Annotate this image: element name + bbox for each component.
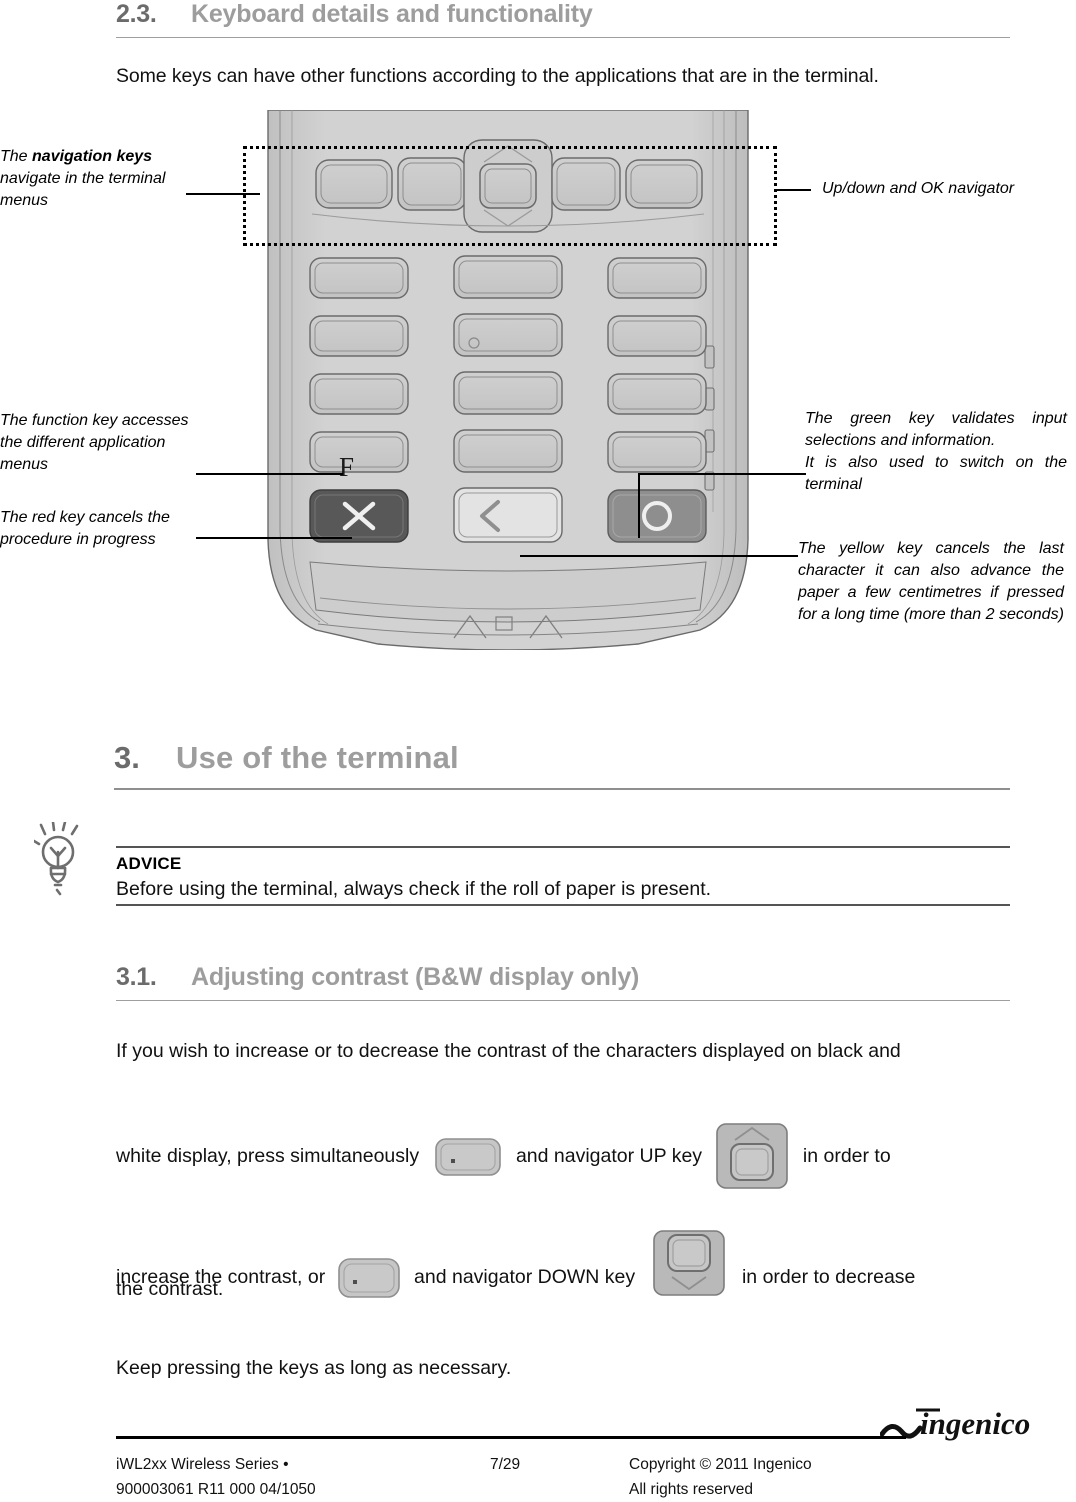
correct-key: [453, 487, 563, 543]
keypad-row-4: [309, 429, 707, 473]
callout-green-key: The green key validates input selections…: [805, 410, 1067, 494]
contrast-line3-part-c: in order to decrease: [741, 1266, 916, 1288]
dot-key-icon: [434, 1138, 501, 1176]
lightbulb-icon: [34, 822, 79, 896]
heading-3-1: 3.1. Adjusting contrast (B&W display onl…: [116, 963, 1016, 992]
callout-navigation-keys: The navigation keys navigate in the term…: [0, 146, 186, 212]
footer-right-line-2: All rights reserved: [629, 1481, 754, 1499]
leader-green-vert: [638, 473, 640, 538]
callout-navigation-prefix: The: [0, 148, 33, 165]
advice-title: ADVICE: [116, 854, 182, 873]
leader-function-key: [196, 473, 343, 475]
footer-left-line-1: iWL2xx Wireless Series •: [116, 1456, 289, 1473]
callout-navigator: Up/down and OK navigator: [822, 180, 1015, 197]
contrast-paragraph-line-5: Keep pressing the keys as long as necess…: [116, 1357, 512, 1379]
contrast-paragraph-line-2: white display, press simultaneously and …: [116, 1122, 891, 1192]
leader-red-key: [196, 537, 352, 539]
leader-navigation-keys: [186, 193, 260, 195]
leader-navigator: [777, 189, 811, 191]
footer-left-line-2: 900003061 R11 000 04/1050: [116, 1481, 316, 1499]
leader-green-key: [638, 473, 806, 475]
heading-3-1-rule: [116, 1000, 1010, 1001]
contrast-line3-part-b: and navigator DOWN key: [414, 1266, 636, 1288]
dot-key-icon: [337, 1258, 400, 1298]
navigator-up-key-icon: [716, 1123, 789, 1189]
heading-3-number: 3.: [114, 740, 140, 775]
footer-rule: [116, 1436, 906, 1439]
heading-3-title: Use of the terminal: [176, 740, 459, 775]
heading-3-1-number: 3.1.: [116, 963, 157, 991]
contrast-paragraph-line-3: increase the contrast, or and navigator …: [116, 1227, 915, 1302]
heading-2-3-number: 2.3.: [116, 0, 157, 28]
callout-yellow-key: The yellow key cancels the last characte…: [798, 540, 1064, 624]
heading-2-3-rule: [116, 37, 1010, 38]
navigator-down-key-icon: [652, 1230, 725, 1296]
contrast-line2-part-b: and navigator UP key: [515, 1145, 703, 1168]
contrast-paragraph-line-1: If you wish to increase or to decrease t…: [116, 1040, 901, 1062]
callout-navigation-suffix: navigate in the terminal menus: [0, 170, 166, 210]
heading-3-rule: [114, 788, 1010, 790]
function-key: [309, 431, 409, 473]
contrast-paragraph-line-4: the contrast.: [116, 1278, 224, 1300]
keypad-row-5: [309, 487, 707, 543]
ingenico-logo: ingenico: [880, 1406, 1030, 1441]
function-key-label: F: [339, 452, 355, 482]
heading-2-3-title: Keyboard details and functionality: [191, 0, 593, 28]
callout-navigation-bold: navigation keys: [32, 148, 153, 165]
keypad-row-1: [309, 255, 707, 299]
contrast-line2-part-c: in order to: [802, 1145, 891, 1168]
heading-3: 3. Use of the terminal: [114, 740, 1014, 776]
advice-text: Before using the terminal, always check …: [116, 878, 712, 900]
heading-3-1-title: Adjusting contrast (B&W display only): [191, 963, 640, 991]
footer-right-line-1: Copyright © 2011 Ingenico: [629, 1456, 812, 1473]
advice-rule-bottom: [116, 904, 1010, 906]
contrast-line2-part-a: white display, press simultaneously: [116, 1145, 420, 1168]
footer-right: Copyright © 2011 Ingenico All rights res…: [629, 1452, 812, 1502]
callout-red-key: The red key cancels the procedure in pro…: [0, 509, 170, 549]
validate-key: [607, 489, 707, 543]
callout-function-key: The function key accesses the different …: [0, 412, 189, 474]
section-2-3-intro: Some keys can have other functions accor…: [116, 65, 879, 87]
document-page: 2.3. Keyboard details and functionality …: [0, 0, 1076, 1500]
footer-left: iWL2xx Wireless Series • 900003061 R11 0…: [116, 1452, 316, 1502]
keypad-row-2: [309, 313, 707, 357]
leader-yellow-key: [520, 555, 798, 557]
footer-page-number: 7/29: [490, 1456, 521, 1473]
keypad-row-3: [309, 371, 707, 415]
heading-2-3: 2.3. Keyboard details and functionality: [116, 0, 1016, 29]
advice-rule-top: [116, 846, 1010, 848]
navigator-highlight-box: [243, 146, 777, 246]
